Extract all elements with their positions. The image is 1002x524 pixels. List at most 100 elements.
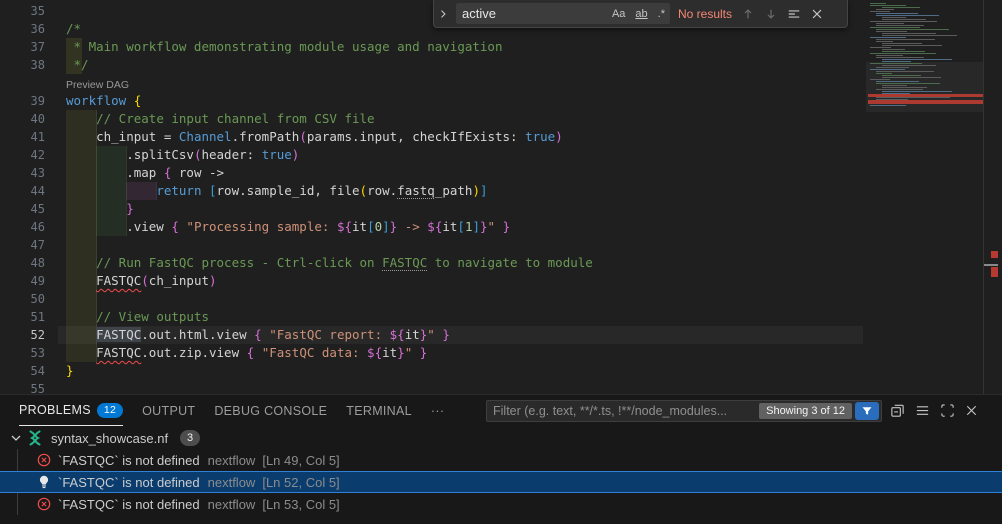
- code-line-45[interactable]: 45 }: [0, 200, 1002, 218]
- line-number[interactable]: 41: [0, 128, 45, 146]
- line-number[interactable]: 45: [0, 200, 45, 218]
- line-number[interactable]: 39: [0, 92, 45, 110]
- ruler-error-mark: [991, 267, 998, 277]
- codelens-preview-dag[interactable]: Preview DAG: [66, 79, 129, 91]
- line-number[interactable]: 44: [0, 182, 45, 200]
- problem-row-3[interactable]: `FASTQC` is not definednextflow[Ln 53, C…: [0, 493, 1002, 515]
- line-number[interactable]: 48: [0, 254, 45, 272]
- code-line-38[interactable]: 38 */: [0, 56, 1002, 74]
- problems-count-badge: 12: [97, 403, 123, 418]
- filter-funnel-icon[interactable]: [855, 402, 879, 420]
- minimap-line: [876, 31, 907, 32]
- find-results-label: No results: [678, 7, 732, 21]
- problem-row-2[interactable]: `FASTQC` is not definednextflow[Ln 52, C…: [0, 471, 1002, 493]
- line-number[interactable]: 50: [0, 290, 45, 308]
- tab-output[interactable]: OUTPUT: [142, 396, 195, 426]
- line-number[interactable]: 38: [0, 56, 45, 74]
- code-line-50[interactable]: 50: [0, 290, 1002, 308]
- minimap-line: [882, 17, 906, 18]
- line-number[interactable]: 53: [0, 344, 45, 362]
- find-input[interactable]: [456, 6, 607, 21]
- minimap-line: [876, 81, 919, 82]
- minimap-line: [870, 63, 922, 64]
- line-number[interactable]: 51: [0, 308, 45, 326]
- code-line-37[interactable]: 37 * Main workflow demonstrating module …: [0, 38, 1002, 56]
- code-line-46[interactable]: 46 .view { "Processing sample: ${it[0]} …: [0, 218, 1002, 236]
- code-editor[interactable]: 3536/*37 * Main workflow demonstrating m…: [0, 0, 1002, 394]
- next-match-icon[interactable]: [764, 7, 778, 21]
- minimap-line: [882, 85, 907, 86]
- code-line-44[interactable]: 44 return [row.sample_id, file(row.fastq…: [0, 182, 1002, 200]
- code-line-40[interactable]: 40 // Create input channel from CSV file: [0, 110, 1002, 128]
- code-line-47[interactable]: 47: [0, 236, 1002, 254]
- previous-match-icon[interactable]: [741, 7, 755, 21]
- tab-debug-console[interactable]: DEBUG CONSOLE: [214, 396, 327, 426]
- line-number[interactable]: 49: [0, 272, 45, 290]
- line-content: FASTQC.out.html.view { "FastQC report: $…: [66, 326, 450, 344]
- code-line-55[interactable]: 55: [0, 380, 1002, 394]
- line-number[interactable]: 54: [0, 362, 45, 380]
- close-find-icon[interactable]: [810, 7, 824, 21]
- line-number[interactable]: 35: [0, 2, 45, 20]
- collapse-all-icon[interactable]: [890, 403, 905, 423]
- find-input-box: Aa ab .*: [456, 3, 670, 24]
- line-number[interactable]: 55: [0, 380, 45, 394]
- chevron-down-icon[interactable]: [8, 430, 24, 446]
- tab-problems[interactable]: PROBLEMS 12: [19, 395, 123, 426]
- minimap-line: [876, 41, 893, 42]
- line-number[interactable]: 46: [0, 218, 45, 236]
- minimap-line: [876, 83, 940, 84]
- minimap-line: [870, 79, 890, 80]
- whole-word-icon[interactable]: ab: [630, 8, 652, 20]
- minimap-line: [882, 75, 921, 76]
- more-views-icon[interactable]: ···: [431, 396, 444, 426]
- code-line-49[interactable]: 49 FASTQC(ch_input): [0, 272, 1002, 290]
- find-in-selection-icon[interactable]: [787, 7, 801, 21]
- minimap-line: [870, 11, 890, 12]
- code-line-54[interactable]: 54}: [0, 362, 1002, 380]
- minimap-line: [870, 3, 886, 4]
- minimap-line: [876, 57, 924, 58]
- toggle-replace-icon[interactable]: [434, 0, 452, 27]
- tab-terminal[interactable]: TERMINAL: [346, 396, 412, 426]
- code-line-39[interactable]: 39workflow {: [0, 92, 1002, 110]
- line-number[interactable]: 52: [0, 326, 45, 344]
- code-line-51[interactable]: 51 // View outputs: [0, 308, 1002, 326]
- code-line-48[interactable]: 48 // Run FastQC process - Ctrl-click on…: [0, 254, 1002, 272]
- minimap-line: [876, 29, 949, 30]
- regex-icon[interactable]: .*: [653, 8, 670, 20]
- line-number[interactable]: 37: [0, 38, 45, 56]
- minimap-line: [870, 105, 906, 106]
- minimap-line: [876, 55, 903, 56]
- line-number[interactable]: 42: [0, 146, 45, 164]
- line-number[interactable]: 43: [0, 164, 45, 182]
- line-number[interactable]: 47: [0, 236, 45, 254]
- line-number[interactable]: 40: [0, 110, 45, 128]
- problems-filter-input[interactable]: [487, 404, 759, 418]
- code-line-52[interactable]: 52 FASTQC.out.html.view { "FastQC report…: [0, 326, 1002, 344]
- problem-location: [Ln 53, Col 5]: [262, 497, 339, 512]
- maximize-panel-icon[interactable]: [940, 403, 955, 423]
- problem-row-1[interactable]: `FASTQC` is not definednextflow[Ln 49, C…: [0, 449, 1002, 471]
- minimap-line: [882, 35, 957, 36]
- minimap-line: [876, 39, 935, 40]
- code-line-53[interactable]: 53 FASTQC.out.zip.view { "FastQC data: $…: [0, 344, 1002, 362]
- match-case-icon[interactable]: Aa: [607, 8, 630, 20]
- problems-file-group-row[interactable]: syntax_showcase.nf 3: [0, 427, 1002, 449]
- minimap-line: [870, 5, 906, 6]
- close-panel-icon[interactable]: [964, 403, 979, 423]
- line-content: // View outputs: [66, 308, 209, 326]
- nextflow-file-icon: [26, 429, 44, 447]
- line-number[interactable]: 36: [0, 20, 45, 38]
- minimap-line: [882, 43, 922, 44]
- code-line-43[interactable]: 43 .map { row ->: [0, 164, 1002, 182]
- minimap-line: [876, 67, 909, 68]
- code-line-42[interactable]: 42 .splitCsv(header: true): [0, 146, 1002, 164]
- line-content: .view { "Processing sample: ${it[0]} -> …: [66, 218, 510, 236]
- view-as-table-icon[interactable]: [915, 403, 930, 423]
- minimap-line: [876, 97, 950, 98]
- line-content: */: [66, 56, 89, 74]
- minimap[interactable]: [866, 0, 983, 394]
- overview-ruler-scrollbar[interactable]: [983, 0, 1002, 394]
- code-line-41[interactable]: 41 ch_input = Channel.fromPath(params.in…: [0, 128, 1002, 146]
